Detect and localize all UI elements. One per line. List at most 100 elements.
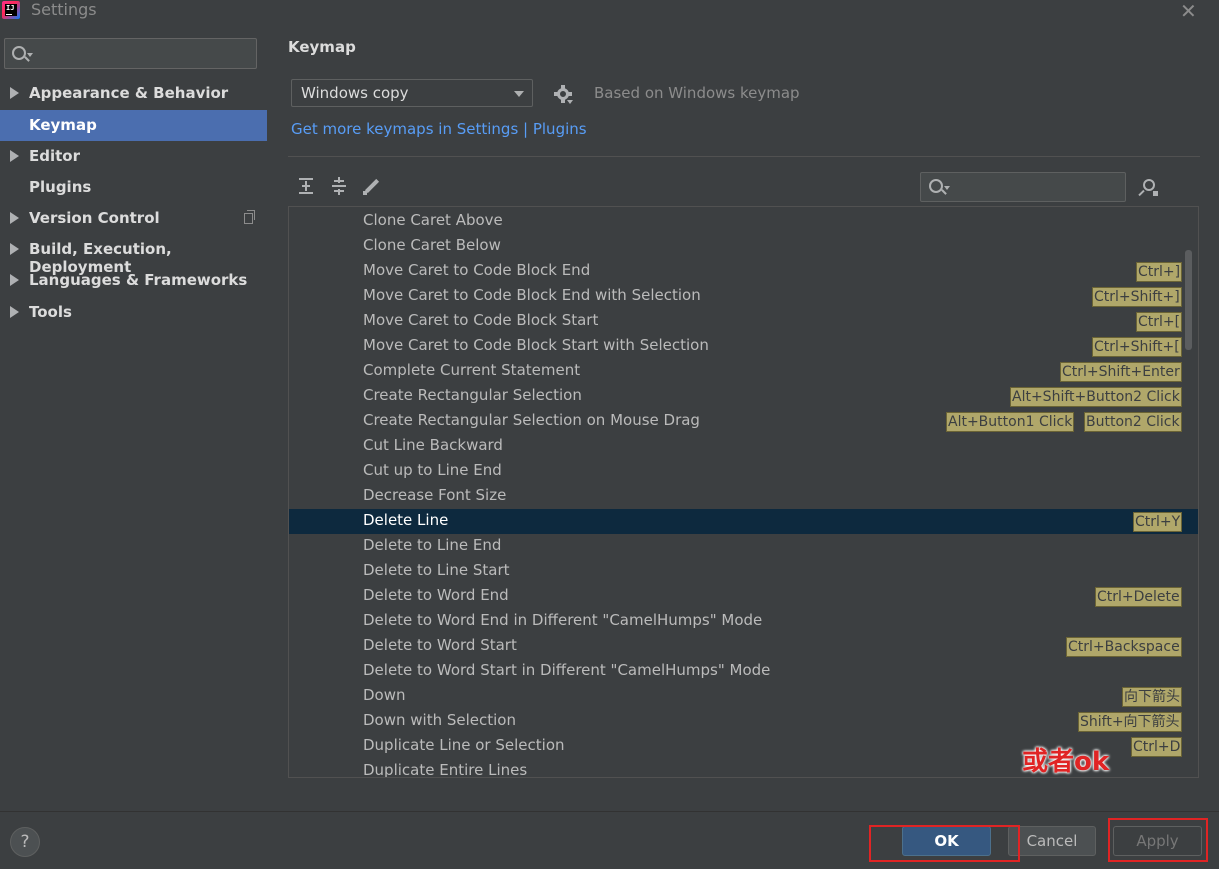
action-row[interactable]: Cut up to Line End — [289, 459, 1198, 484]
action-table: Duplicate Entire Lines Duplicate Line or … — [288, 206, 1199, 778]
action-name: Delete Line — [363, 511, 449, 529]
action-name: Duplicate Line or Selection — [363, 736, 565, 754]
shortcut-badge: Ctrl+D — [1131, 737, 1183, 757]
scrollbar[interactable] — [1185, 250, 1192, 350]
action-name: Delete to Line End — [363, 536, 502, 554]
find-by-shortcut-icon[interactable] — [1138, 177, 1160, 199]
expand-arrow-icon — [10, 274, 19, 286]
sidebar-search-input[interactable] — [4, 38, 257, 69]
gear-icon[interactable] — [554, 85, 573, 104]
expand-arrow-icon — [10, 150, 19, 162]
intellij-app-icon: IJ — [2, 1, 20, 19]
action-name: Create Rectangular Selection — [363, 386, 582, 404]
sidebar-item-label: Keymap — [29, 116, 97, 134]
action-name: Down with Selection — [363, 711, 516, 729]
edit-pencil-icon[interactable] — [362, 176, 384, 198]
action-row[interactable]: Down 向下箭头 — [289, 684, 1198, 709]
action-row[interactable]: Move Caret to Code Block Start with Sele… — [289, 334, 1198, 359]
divider — [288, 156, 1200, 157]
shortcut-badge: Ctrl+Backspace — [1066, 637, 1182, 657]
shortcut-badge: Button2 Click — [1084, 412, 1182, 432]
action-row[interactable]: Delete to Word End Ctrl+Delete — [289, 584, 1198, 609]
sidebar-item-plugins[interactable]: Plugins — [0, 172, 267, 203]
apply-highlight-box — [1108, 818, 1208, 862]
action-row[interactable]: Delete to Line Start — [289, 559, 1198, 584]
get-more-keymaps-link[interactable]: Get more keymaps in Settings | Plugins — [291, 120, 587, 138]
title-bar: IJ Settings ✕ — [0, 0, 1219, 23]
action-row[interactable]: Delete Line Ctrl+Y — [289, 509, 1198, 534]
shortcut-badge: Ctrl+] — [1136, 262, 1183, 282]
cancel-button[interactable]: Cancel — [1008, 826, 1096, 856]
sidebar-item-label: Editor — [29, 147, 80, 165]
help-button[interactable]: ? — [10, 827, 40, 857]
expand-all-icon[interactable] — [296, 176, 318, 198]
search-options-caret-icon — [944, 186, 950, 190]
action-name: Complete Current Statement — [363, 361, 581, 379]
chevron-down-icon — [514, 91, 524, 97]
expand-arrow-icon — [10, 306, 19, 318]
shortcut-badge: Ctrl+Delete — [1095, 587, 1182, 607]
ok-highlight-box — [869, 825, 1020, 862]
shortcut-badge: Alt+Shift+Button2 Click — [1010, 387, 1182, 407]
shortcut-badge: Shift+向下箭头 — [1078, 712, 1182, 732]
action-row[interactable]: Move Caret to Code Block Start Ctrl+[ — [289, 309, 1198, 334]
shortcut-badge: Ctrl+Y — [1133, 512, 1183, 532]
annotation-text: 或者ok — [1022, 747, 1110, 777]
action-name: Clone Caret Above — [363, 211, 503, 229]
search-icon — [929, 179, 943, 193]
sidebar-item-languages-frameworks[interactable]: Languages & Frameworks — [0, 265, 267, 296]
sidebar-item-label: Plugins — [29, 178, 92, 196]
action-name: Delete to Word Start in Different "Camel… — [363, 661, 771, 679]
collapse-all-icon[interactable] — [329, 176, 351, 198]
action-name: Cut Line Backward — [363, 436, 503, 454]
keymap-select-value: Windows copy — [301, 84, 409, 102]
action-row[interactable]: Delete to Word End in Different "CamelHu… — [289, 609, 1198, 634]
sidebar-item-keymap[interactable]: Keymap — [0, 110, 267, 141]
action-name: Move Caret to Code Block Start — [363, 311, 599, 329]
action-row[interactable]: Create Rectangular Selection on Mouse Dr… — [289, 409, 1198, 434]
action-row[interactable]: Delete to Word Start in Different "Camel… — [289, 659, 1198, 684]
expand-arrow-icon — [10, 87, 19, 99]
shortcut-badge: 向下箭头 — [1122, 687, 1182, 707]
action-name: Duplicate Entire Lines — [363, 761, 528, 778]
action-name: Delete to Word End — [363, 586, 509, 604]
action-row[interactable]: Cut Line Backward — [289, 434, 1198, 459]
sidebar-item-build-execution-deployment[interactable]: Build, Execution, Deployment — [0, 234, 267, 276]
sidebar-item-tools[interactable]: Tools — [0, 297, 267, 328]
keymap-select[interactable]: Windows copy — [291, 79, 533, 107]
action-row[interactable]: Decrease Font Size — [289, 484, 1198, 509]
action-name: Move Caret to Code Block End — [363, 261, 591, 279]
action-search-input[interactable] — [920, 172, 1126, 202]
shortcut-badge: Alt+Button1 Click — [946, 412, 1075, 432]
action-name: Delete to Line Start — [363, 561, 510, 579]
sidebar-item-label: Tools — [29, 303, 72, 321]
sidebar-item-label: Languages & Frameworks — [29, 271, 248, 289]
action-row[interactable]: Clone Caret Below — [289, 234, 1198, 259]
action-name: Move Caret to Code Block End with Select… — [363, 286, 701, 304]
shortcut-badge: Ctrl+[ — [1136, 312, 1183, 332]
action-row[interactable]: Create Rectangular Selection Alt+Shift+Bu… — [289, 384, 1198, 409]
action-row[interactable]: Move Caret to Code Block End Ctrl+] — [289, 259, 1198, 284]
sidebar-item-appearance-behavior[interactable]: Appearance & Behavior — [0, 78, 267, 109]
action-name: Down — [363, 686, 406, 704]
shortcut-badge: Ctrl+Shift+Enter — [1060, 362, 1182, 382]
action-row[interactable]: Clone Caret Above — [289, 209, 1198, 234]
action-row[interactable]: Move Caret to Code Block End with Select… — [289, 284, 1198, 309]
shortcut-badge: Ctrl+Shift+] — [1092, 287, 1182, 307]
page-title: Keymap — [288, 38, 356, 56]
action-row[interactable]: Down with Selection Shift+向下箭头 — [289, 709, 1198, 734]
settings-sidebar: Appearance & Behavior Keymap Editor Plug… — [0, 22, 267, 811]
action-row[interactable]: Delete to Word Start Ctrl+Backspace — [289, 634, 1198, 659]
action-name: Move Caret to Code Block Start with Sele… — [363, 336, 709, 354]
search-icon — [12, 46, 26, 60]
sidebar-item-label: Version Control — [29, 209, 160, 227]
action-row[interactable]: Complete Current Statement Ctrl+Shift+Ent… — [289, 359, 1198, 384]
sidebar-item-version-control[interactable]: Version Control — [0, 203, 267, 234]
action-name: Clone Caret Below — [363, 236, 501, 254]
close-icon[interactable]: ✕ — [1180, 0, 1197, 23]
action-row[interactable]: Delete to Line End — [289, 534, 1198, 559]
action-name: Decrease Font Size — [363, 486, 507, 504]
search-options-caret-icon — [27, 53, 33, 57]
sidebar-item-editor[interactable]: Editor — [0, 141, 267, 172]
keymap-panel: Keymap Windows copy Based on Windows key… — [267, 22, 1219, 811]
